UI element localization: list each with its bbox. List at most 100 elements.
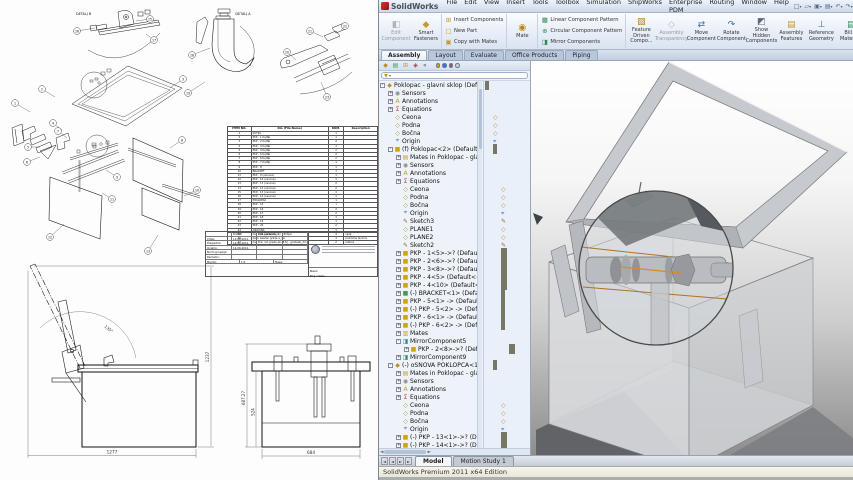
expand-toggle[interactable]: + (396, 331, 401, 336)
display-pane-cell[interactable]: ✎ (484, 241, 530, 249)
edit-component-button[interactable]: ◧Edit Component (381, 14, 411, 48)
expand-toggle[interactable]: + (388, 99, 393, 104)
display-pane-cell[interactable] (484, 369, 530, 377)
tree-item[interactable]: ⌖ Origin (379, 209, 477, 217)
tree-horizontal-scrollbar[interactable]: ◄ ► (379, 448, 530, 455)
display-pane-cell[interactable] (484, 337, 530, 345)
tree-item[interactable]: + ■ PKP - 4<5> (Default<<De (379, 273, 477, 281)
featuremanager-tree-icon[interactable]: ◆ (381, 62, 390, 69)
display-pane-cell[interactable] (484, 353, 530, 361)
tree-item[interactable]: + ■ (-) PKP - 13<1>->? (Defau (379, 433, 477, 441)
appearance-header-icon[interactable] (449, 63, 454, 68)
display-pane-cell[interactable] (484, 273, 530, 281)
hide-show-header-icon[interactable] (436, 63, 441, 68)
quick-access-button[interactable]: ↷▾ (845, 3, 853, 10)
expand-toggle[interactable]: + (396, 155, 401, 160)
tree-item[interactable]: ◇ Podna (379, 409, 477, 417)
display-pane-cell[interactable] (484, 393, 530, 401)
display-pane-cell[interactable] (484, 161, 530, 169)
display-pane-cell[interactable] (484, 81, 530, 89)
display-pane-cell[interactable] (484, 433, 530, 441)
display-pane-cell[interactable] (484, 297, 530, 305)
command-tab[interactable]: Evaluate (464, 50, 504, 60)
menu-item[interactable]: Enterprise PDM (666, 0, 705, 14)
menu-item[interactable]: Tools (529, 0, 551, 14)
tree-item[interactable]: + A Annotations (379, 385, 477, 393)
tree-item[interactable]: - ◨ MirrorComponent5 (379, 337, 477, 345)
command-tab[interactable]: Piping (565, 50, 597, 60)
expand-toggle[interactable]: + (396, 395, 401, 400)
tree-item[interactable]: + ■ PKP - 1<5>->? (Default<< (379, 249, 477, 257)
tree-item[interactable]: + Σ Equations (379, 177, 477, 185)
expand-toggle[interactable]: + (388, 107, 393, 112)
display-pane-cell[interactable]: ◇ (484, 129, 530, 137)
expand-toggle[interactable]: - (380, 83, 385, 88)
display-pane-cell[interactable]: ◇ (484, 113, 530, 121)
menu-item[interactable]: Edit (461, 0, 480, 14)
tree-item[interactable]: + ■ PKP - 6<1> -> (Default<< (379, 313, 477, 321)
expand-toggle[interactable]: - (388, 363, 393, 368)
display-pane-cell[interactable]: ◇ (484, 233, 530, 241)
menu-item[interactable]: Simulation (583, 0, 624, 14)
display-pane-cell[interactable]: ◇ (484, 417, 530, 425)
mate-button[interactable]: ◉Mate (507, 14, 537, 48)
expand-toggle[interactable]: + (396, 307, 401, 312)
quick-access-button[interactable]: ▤▾ (824, 3, 834, 10)
display-pane-cell[interactable] (484, 385, 530, 393)
expand-toggle[interactable]: + (396, 371, 401, 376)
expand-toggle[interactable]: + (396, 163, 401, 168)
expand-toggle[interactable]: + (396, 259, 401, 264)
expand-toggle[interactable]: + (396, 179, 401, 184)
linear-pattern-button[interactable]: ▦Linear Component Pattern (541, 16, 622, 24)
expand-toggle[interactable]: + (388, 91, 393, 96)
tree-item[interactable]: + ◨ MirrorComponent9 (379, 353, 477, 361)
tree-item[interactable]: ◇ Podna (379, 121, 477, 129)
menu-item[interactable]: Insert (503, 0, 528, 14)
tree-item[interactable]: ◇ Čeona (379, 401, 477, 409)
display-pane-cell[interactable] (484, 289, 530, 297)
tree-item[interactable]: ◇ PLANE2 (379, 233, 477, 241)
expand-toggle[interactable]: - (396, 339, 401, 344)
display-pane-cell[interactable] (484, 153, 530, 161)
display-pane-cell[interactable] (484, 97, 530, 105)
bill-of-materials-button[interactable]: ▤Bill of Materials (836, 14, 853, 48)
display-pane-cell[interactable]: ⌖ (484, 209, 530, 217)
expand-toggle[interactable]: + (396, 251, 401, 256)
move-component-button[interactable]: ⇄Move Component (686, 14, 716, 48)
tree-item[interactable]: ⌖ Origin (379, 425, 477, 433)
tree-item[interactable]: ◇ Čeona (379, 185, 477, 193)
3d-viewport[interactable] (531, 61, 853, 455)
tree-item[interactable]: + Σ Equations (379, 105, 477, 113)
display-pane-cell[interactable] (484, 305, 530, 313)
tree-item[interactable]: + ■ PKP - 5<1> -> (Default<< (379, 297, 477, 305)
quick-access-button[interactable]: □▾ (793, 3, 803, 10)
expand-toggle[interactable]: + (396, 299, 401, 304)
expand-toggle[interactable]: + (396, 315, 401, 320)
display-pane-cell[interactable] (484, 145, 530, 153)
tree-item[interactable]: ✎ Sketch2 (379, 241, 477, 249)
tree-item[interactable]: + ◉ Sensors (379, 377, 477, 385)
expand-toggle[interactable]: + (396, 323, 401, 328)
new-part-button[interactable]: □New Part (445, 27, 503, 35)
display-pane-cell[interactable] (484, 281, 530, 289)
scroll-thumb[interactable] (384, 450, 426, 455)
display-pane-cell[interactable] (484, 313, 530, 321)
tree-item[interactable]: + ◉ Sensors (379, 161, 477, 169)
menu-item[interactable]: Window (738, 0, 770, 14)
transparency-header-icon[interactable] (455, 63, 460, 68)
tree-vertical-scrollbar[interactable] (477, 81, 482, 448)
rotate-component-button[interactable]: ↷Rotate Component (716, 14, 746, 48)
display-pane-cell[interactable] (484, 345, 530, 353)
expand-toggle[interactable]: - (388, 147, 393, 152)
quick-access-button[interactable]: ▱▾ (804, 3, 813, 10)
tree-item[interactable]: - ◆ (-) oSNOVA POKLOPCA<1> ( (379, 361, 477, 369)
tree-item[interactable]: ⌖ Origin (379, 137, 477, 145)
display-pane-cell[interactable] (484, 249, 530, 257)
configurationmanager-icon[interactable]: ⊞ (401, 62, 410, 69)
tree-item[interactable]: + ■ (-) PKP - 5<2> -> (Default (379, 305, 477, 313)
display-pane-cell[interactable]: ◇ (484, 401, 530, 409)
quick-access-button[interactable]: ↶▾ (835, 3, 844, 10)
display-pane-cell[interactable] (484, 377, 530, 385)
tree-item[interactable]: ✎ Sketch3 (379, 217, 477, 225)
last-tab-icon[interactable]: ► (405, 457, 412, 465)
